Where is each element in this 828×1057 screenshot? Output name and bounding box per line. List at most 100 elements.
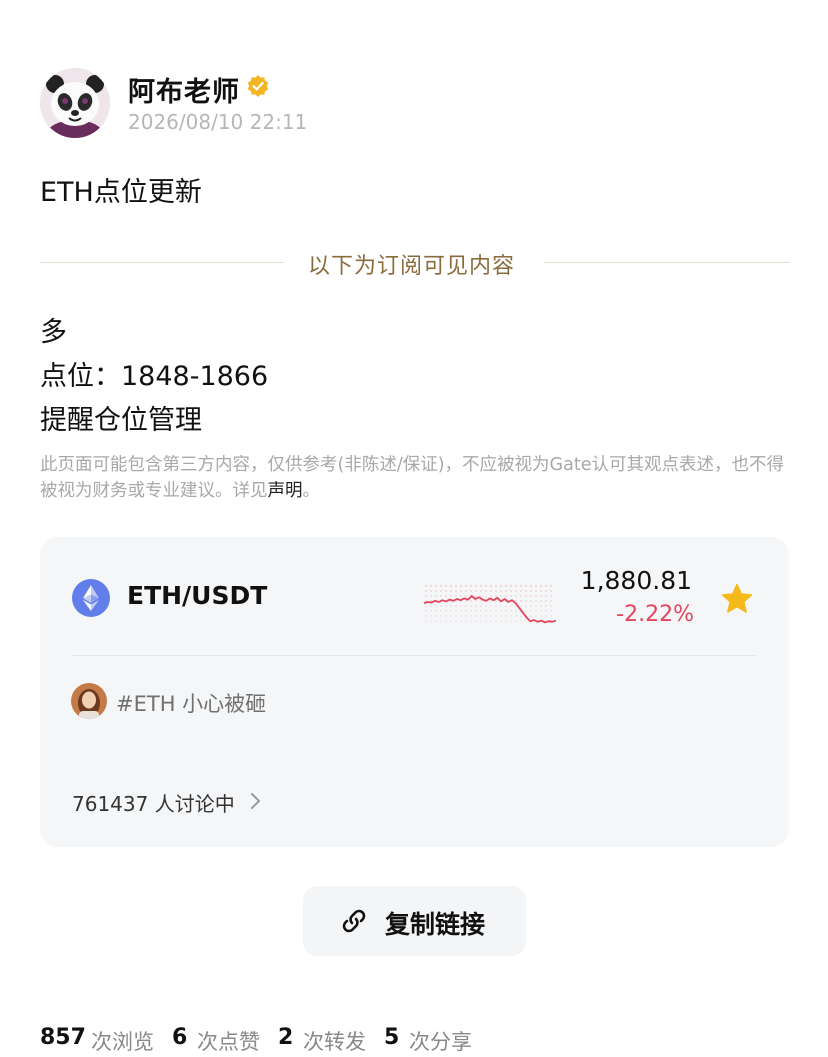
sparkline-dot <box>465 610 467 612</box>
likes-count: 6 <box>172 1025 188 1050</box>
sparkline-dot <box>460 595 462 597</box>
sparkline-dot <box>520 595 522 597</box>
sparkline-dot <box>470 585 472 587</box>
sparkline-dot <box>525 605 527 607</box>
sparkline-dot <box>485 615 487 617</box>
sparkline-dot <box>485 610 487 612</box>
sparkline-dot <box>545 605 547 607</box>
author-name[interactable]: 阿布老师 <box>128 70 240 109</box>
post-timestamp: 2026/08/10 22:11 <box>128 110 308 134</box>
sparkline-dot <box>525 595 527 597</box>
sparkline-dot <box>465 600 467 602</box>
sparkline-dot <box>525 610 527 612</box>
sparkline-dot <box>520 590 522 592</box>
ticker-price: 1,880.81 <box>580 566 692 595</box>
sparkline-dot <box>510 620 512 622</box>
sparkline-dot <box>540 605 542 607</box>
ticker-pair-name[interactable]: ETH/USDT <box>127 581 267 610</box>
sparkline-dot <box>460 585 462 587</box>
link-icon <box>342 909 366 933</box>
sparkline-dot <box>500 610 502 612</box>
card-separator <box>72 655 756 656</box>
sparkline-dot <box>500 590 502 592</box>
topic-user-avatar[interactable] <box>71 683 107 719</box>
sparkline-dot <box>505 585 507 587</box>
sparkline-dot <box>485 590 487 592</box>
sparkline-dot <box>495 620 497 622</box>
post-body-line: 多 <box>40 317 67 348</box>
user-photo-image <box>71 683 107 719</box>
sparkline-dot <box>490 620 492 622</box>
sparkline-dot <box>440 595 442 597</box>
chevron-right-icon[interactable] <box>248 790 262 812</box>
sparkline-dot <box>515 620 517 622</box>
sparkline-dot <box>435 605 437 607</box>
shares-count: 5 <box>384 1025 400 1050</box>
sparkline-dot <box>515 615 517 617</box>
sparkline-dot <box>540 595 542 597</box>
sparkline-dot <box>535 600 537 602</box>
sparkline-dot <box>430 605 432 607</box>
sparkline-dot <box>480 600 482 602</box>
sparkline-dot <box>550 600 552 602</box>
sparkline-dot <box>495 595 497 597</box>
sparkline-dot <box>455 610 457 612</box>
sparkline-dot <box>450 615 452 617</box>
sparkline-dot <box>480 585 482 587</box>
sparkline-dot <box>490 600 492 602</box>
panda-avatar-image <box>40 68 110 138</box>
sparkline-dot <box>465 605 467 607</box>
discussion-count-link[interactable]: 761437 人讨论中 <box>72 788 235 817</box>
sparkline-dot <box>515 595 517 597</box>
sparkline-dot <box>500 605 502 607</box>
sparkline-dot <box>480 615 482 617</box>
sparkline-dot <box>425 615 427 617</box>
sparkline-dot <box>485 605 487 607</box>
copy-link-label[interactable]: 复制链接 <box>385 905 485 941</box>
reposts-label: 次转发 <box>303 1030 366 1054</box>
sparkline-dot <box>540 610 542 612</box>
sparkline-dot <box>510 595 512 597</box>
sparkline-dot <box>550 610 552 612</box>
disclaimer-statement-link[interactable]: 声明 <box>268 481 303 501</box>
topic-hashtag[interactable]: #ETH 小心被砸 <box>116 688 266 718</box>
sparkline-dot <box>425 605 427 607</box>
sparkline-dot <box>450 605 452 607</box>
sparkline-dot <box>465 590 467 592</box>
sparkline-dot <box>450 610 452 612</box>
author-avatar[interactable] <box>40 68 110 138</box>
sparkline-dot <box>515 610 517 612</box>
sparkline-dot <box>470 620 472 622</box>
sparkline-dot <box>495 585 497 587</box>
sparkline-dot <box>460 615 462 617</box>
shares-label: 次分享 <box>409 1030 472 1054</box>
subscriber-content-divider: 以下为订阅可见内容 <box>308 254 516 279</box>
sparkline-dot <box>435 615 437 617</box>
sparkline-dot <box>425 595 427 597</box>
sparkline-dot <box>510 605 512 607</box>
sparkline-dot <box>525 620 527 622</box>
sparkline-dot <box>440 585 442 587</box>
sparkline-dot <box>455 590 457 592</box>
sparkline-dot <box>475 615 477 617</box>
verified-badge-icon <box>247 75 269 97</box>
sparkline-dot <box>540 600 542 602</box>
sparkline-dot <box>485 620 487 622</box>
sparkline-dot <box>495 615 497 617</box>
sparkline-dot <box>525 590 527 592</box>
sparkline-dot <box>530 615 532 617</box>
sparkline-dot <box>490 585 492 587</box>
sparkline-dot <box>465 595 467 597</box>
sparkline-dot <box>430 590 432 592</box>
sparkline-dot <box>495 590 497 592</box>
sparkline-dot <box>490 610 492 612</box>
sparkline-dot <box>525 600 527 602</box>
reposts-count: 2 <box>278 1025 294 1050</box>
sparkline-dot <box>540 615 542 617</box>
sparkline-dot <box>530 590 532 592</box>
sparkline-dot <box>450 590 452 592</box>
sparkline-dot <box>450 585 452 587</box>
favorite-star-icon[interactable] <box>720 582 754 616</box>
sparkline-dot <box>515 590 517 592</box>
sparkline-dot <box>490 595 492 597</box>
